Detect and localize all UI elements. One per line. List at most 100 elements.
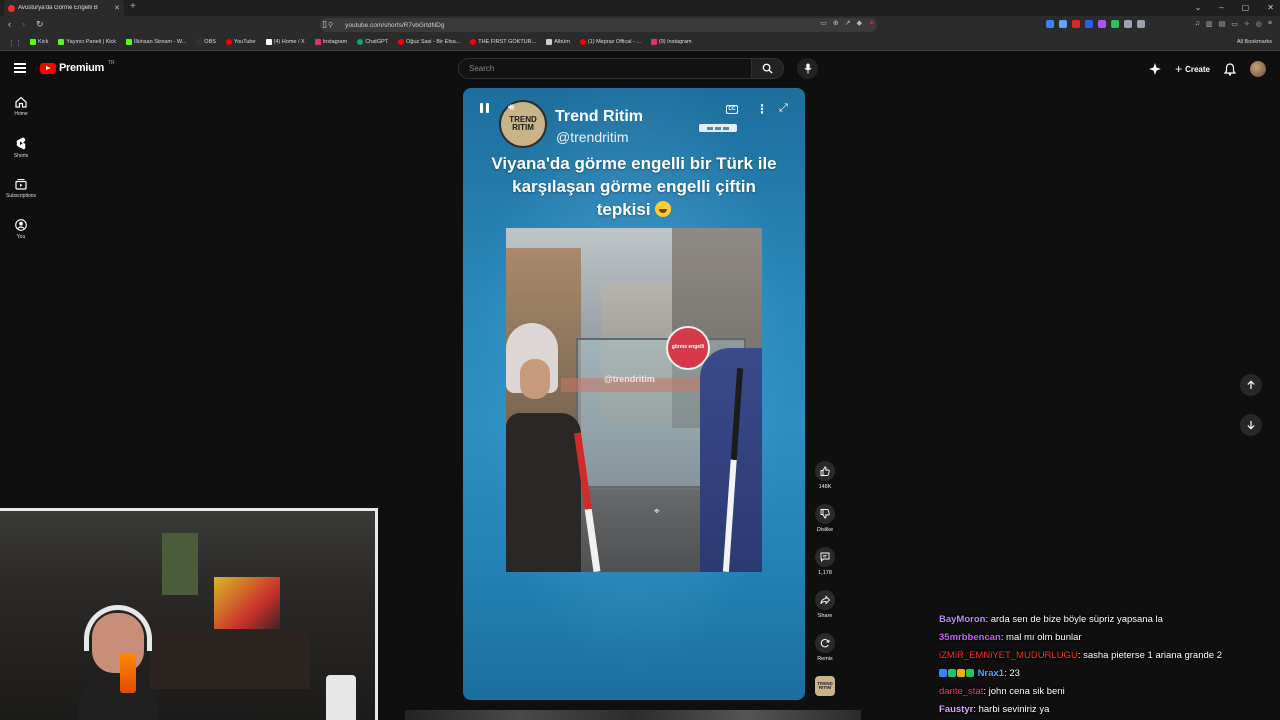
guide-item-shorts[interactable]: Shorts xyxy=(0,131,42,172)
bookmark-item[interactable]: İlkinsan Stream - W... xyxy=(126,39,186,45)
create-button[interactable]: + Create xyxy=(1175,63,1210,75)
header-actions: + Create xyxy=(1149,61,1266,77)
guide-label: Subscriptions xyxy=(5,193,36,199)
dislike-button[interactable] xyxy=(815,504,835,524)
bookmark-item[interactable]: Instagram xyxy=(314,39,347,45)
comments-button[interactable] xyxy=(815,547,835,567)
wallet-icon[interactable]: ▭ xyxy=(1231,20,1238,28)
bookmark-item[interactable]: Kick xyxy=(30,39,48,45)
tab-search-icon[interactable]: ⌄ xyxy=(1195,3,1202,12)
you-icon xyxy=(15,219,27,231)
arrow-up-icon xyxy=(1247,380,1255,389)
channel-thumbnail[interactable]: TREND RITIM xyxy=(815,676,835,696)
extension-icon[interactable] xyxy=(1098,20,1106,28)
chat-text: : sasha pieterse 1 ariana grande 2 xyxy=(1077,650,1222,661)
bookmark-item[interactable]: (9) Instagram xyxy=(650,39,692,45)
like-button[interactable] xyxy=(815,461,835,481)
video-caption: Viyana'da görme engelli bir Türk ile kar… xyxy=(487,152,781,221)
back-icon[interactable]: ‹ xyxy=(8,19,11,29)
extension-icon[interactable] xyxy=(1059,20,1067,28)
new-tab-button[interactable]: + xyxy=(130,1,136,12)
share-arrow-icon xyxy=(820,595,830,605)
chat-text: : john cena sik beni xyxy=(983,686,1065,697)
youtube-premium-logo[interactable]: Premium TR xyxy=(40,60,115,74)
bookmark-item[interactable]: Oğuz Sasi - Bir Efsa... xyxy=(398,39,460,45)
chat-username: iZMiR_EMNiYET_MUDURLUGU xyxy=(939,650,1078,661)
bookmark-item[interactable]: Yayıncı Paneli | Kick xyxy=(58,39,116,45)
notifications-bell-icon[interactable] xyxy=(1224,62,1236,76)
bookmark-item[interactable]: (1) Mepraz Offical - ... xyxy=(579,39,641,45)
extension-icon[interactable] xyxy=(1137,20,1145,28)
zoom-icon[interactable]: ⊕ xyxy=(833,19,839,27)
maximize-button[interactable]: ▢ xyxy=(1242,3,1250,12)
extension-icon[interactable] xyxy=(1046,20,1054,28)
apps-grid-icon[interactable]: ⋮⋮ xyxy=(8,39,22,47)
window-controls: ⌄ – ▢ ✕ xyxy=(1195,0,1274,14)
fullscreen-icon[interactable]: ⤢ xyxy=(779,102,788,115)
chat-badge-icon xyxy=(948,669,956,677)
forward-icon[interactable]: › xyxy=(22,19,25,29)
laughing-emoji-icon xyxy=(655,201,672,217)
cast-icon[interactable]: ▭ xyxy=(820,19,827,27)
bookmark-item[interactable]: OBS xyxy=(196,39,216,45)
shorts-video-player[interactable]: TREND RITIM Trend Ritim @trendritim 🔊︎ C… xyxy=(463,88,805,700)
bookmark-item[interactable]: THE FIRST GOKTUR... xyxy=(470,39,536,45)
guide-item-subscriptions[interactable]: Subscriptions xyxy=(0,172,42,213)
search-button[interactable] xyxy=(752,58,784,79)
captions-icon[interactable]: CC xyxy=(726,105,738,114)
url-field[interactable]: ⚲ youtube.com/shorts/R7vbGrtdNDg xyxy=(320,18,877,32)
youtube-header: Premium TR +Create xyxy=(0,52,1280,86)
minimize-button[interactable]: – xyxy=(1219,3,1223,12)
bookmark-item[interactable]: ChatGPT xyxy=(357,39,388,45)
voice-search-button[interactable] xyxy=(797,58,818,79)
wall-poster xyxy=(214,577,280,635)
media-icon[interactable]: ♫ xyxy=(1195,20,1200,28)
search-input[interactable] xyxy=(458,58,752,79)
video-watermark: @trendritim xyxy=(604,374,655,384)
next-short-button[interactable] xyxy=(1240,414,1262,436)
tab-close-icon[interactable]: ✕ xyxy=(114,4,120,12)
extension-icon[interactable] xyxy=(1111,20,1119,28)
extension-icon[interactable] xyxy=(1072,20,1080,28)
menu-icon[interactable]: ≡ xyxy=(1268,20,1272,28)
chat-message: Faustyr: harbi seviniriz ya xyxy=(939,701,1269,719)
guide-item-you[interactable]: You xyxy=(0,213,42,254)
person-left xyxy=(506,323,581,572)
extension-icon[interactable] xyxy=(1085,20,1093,28)
more-options-icon[interactable]: ⋮ xyxy=(756,102,768,116)
video-channel-logo: TREND RITIM xyxy=(499,100,547,148)
share-button[interactable] xyxy=(815,590,835,610)
chat-username: BayMoron xyxy=(939,614,986,625)
wall-poster xyxy=(162,533,198,595)
previous-short-button[interactable] xyxy=(1240,374,1262,396)
bookmark-star-icon[interactable]: ▯ xyxy=(322,19,327,30)
account-avatar[interactable] xyxy=(1250,61,1266,77)
guide-item-home[interactable]: Home xyxy=(0,90,42,131)
logo-text: Premium xyxy=(59,62,104,74)
guide-menu-icon[interactable] xyxy=(14,63,26,73)
close-window-button[interactable]: ✕ xyxy=(1267,3,1274,12)
volume-icon[interactable]: 🔊︎ xyxy=(508,102,514,113)
browser-tab-active[interactable]: Avusturya'da Görme Engelli B ✕ xyxy=(4,0,124,16)
all-bookmarks-folder[interactable]: All Bookmarks xyxy=(1237,39,1272,45)
sidebar-icon[interactable]: ▥ xyxy=(1206,20,1213,28)
pause-button[interactable] xyxy=(477,103,491,117)
share-page-icon[interactable]: ↗ xyxy=(845,19,851,27)
bookmark-folder[interactable]: Albüm xyxy=(546,39,570,45)
reload-icon[interactable]: ↻ xyxy=(36,19,44,30)
studio-sparkle-icon[interactable] xyxy=(1149,63,1162,75)
ai-icon[interactable]: ✧ xyxy=(1244,20,1250,28)
comments-action: 1,178 xyxy=(812,547,838,590)
extension-icon[interactable] xyxy=(1124,20,1132,28)
alert-icon[interactable]: ▲ xyxy=(868,19,875,27)
search-icon xyxy=(762,63,773,74)
shield-icon[interactable]: ◆ xyxy=(857,19,862,27)
bookmark-item[interactable]: (4) Home / X xyxy=(265,39,305,45)
site-info-icon[interactable]: ⚲ xyxy=(328,21,333,29)
guide-label: Home xyxy=(14,111,28,117)
vpn-icon[interactable]: ◎ xyxy=(1256,20,1262,28)
remix-button[interactable] xyxy=(815,633,835,653)
share-label: Share xyxy=(817,613,833,619)
bookmark-item[interactable]: YouTube xyxy=(225,39,256,45)
split-view-icon[interactable]: ▤ xyxy=(1219,20,1226,28)
